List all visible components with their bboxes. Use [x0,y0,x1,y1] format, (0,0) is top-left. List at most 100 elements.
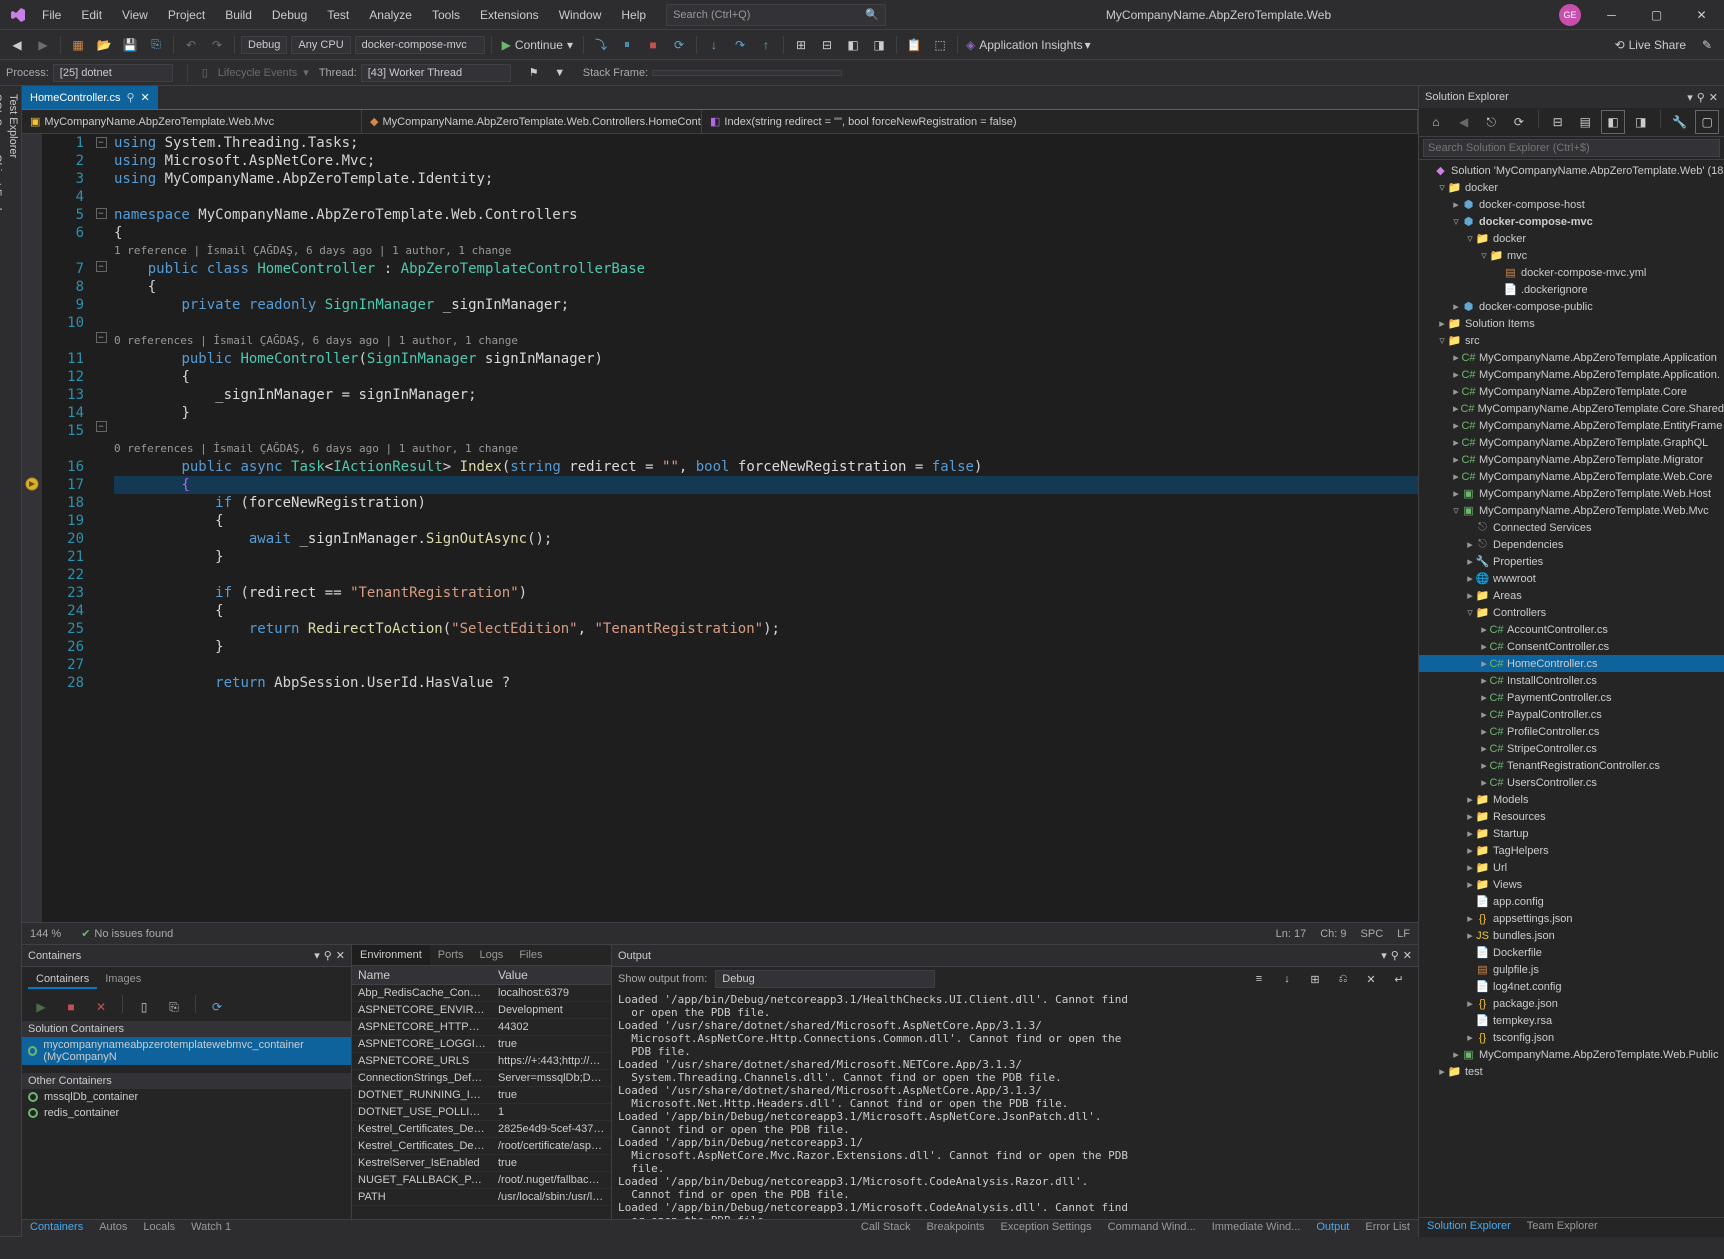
output-content[interactable]: Loaded '/app/bin/Debug/netcoreapp3.1/Hea… [612,991,1418,1219]
menu-test[interactable]: Test [317,4,359,26]
restart-icon[interactable]: ⟳ [667,33,691,57]
se-showall-icon[interactable]: ▤ [1574,110,1598,134]
tree-item[interactable]: ▤docker-compose-mvc.yml [1419,264,1724,281]
thread-flag-icon[interactable]: ⚑ [522,61,546,85]
close-icon[interactable]: ✕ [1403,949,1412,962]
chevron-icon[interactable]: ▸ [1465,827,1475,840]
pin-icon[interactable]: ⚲ [324,949,332,962]
chevron-icon[interactable]: ▿ [1465,232,1475,245]
tree-item[interactable]: ▸C#HomeController.cs [1419,655,1724,672]
tree-item[interactable]: ▸C#MyCompanyName.AbpZeroTemplate.GraphQL [1419,434,1724,451]
env-row[interactable]: Kestrel_Certificates_Default_P...2825e4d… [352,1121,611,1138]
tree-item[interactable]: ▸C#AccountController.cs [1419,621,1724,638]
open-icon[interactable]: 📂 [92,33,116,57]
clear-icon[interactable]: ✕ [1359,967,1383,991]
pin-icon[interactable]: ⚲ [1697,91,1705,104]
se-back-icon[interactable]: ◀ [1452,110,1476,134]
tree-item[interactable]: ▸⬢docker-compose-public [1419,298,1724,315]
container-item[interactable]: mycompanynameabpzerotemplatewebmvc_conta… [22,1037,351,1065]
chevron-icon[interactable]: ▸ [1451,198,1461,211]
tree-item[interactable]: ▸{}package.json [1419,995,1724,1012]
toolbar-icon-3[interactable]: ◧ [841,33,865,57]
subtab-containers[interactable]: Containers [28,971,97,989]
chevron-icon[interactable]: ▸ [1451,419,1461,432]
tree-item[interactable]: ▸C#TenantRegistrationController.cs [1419,757,1724,774]
issues-label[interactable]: No issues found [94,928,173,940]
chevron-icon[interactable]: ▿ [1451,504,1461,517]
tree-item[interactable]: ▸C#StripeController.cs [1419,740,1724,757]
feedback-icon[interactable]: ✎ [1695,33,1719,57]
tree-item[interactable]: ◆Solution 'MyCompanyName.AbpZeroTemplate… [1419,162,1724,179]
tree-item[interactable]: ▸C#InstallController.cs [1419,672,1724,689]
env-row[interactable]: Kestrel_Certificates_Default_P.../root/c… [352,1138,611,1155]
tree-item[interactable]: ▸C#MyCompanyName.AbpZeroTemplate.Core.Sh… [1419,400,1724,417]
toolbar-icon-4[interactable]: ◨ [867,33,891,57]
chevron-icon[interactable]: ▸ [1451,487,1461,500]
output-icon-4[interactable]: ⎌ [1331,967,1355,991]
env-tab-logs[interactable]: Logs [471,945,511,965]
platform-combo[interactable]: Any CPU [291,36,350,54]
tree-item[interactable]: ▸C#PaymentController.cs [1419,689,1724,706]
vs-logo-icon[interactable] [4,1,32,29]
step-over-icon[interactable]: ↷ [728,33,752,57]
chevron-icon[interactable]: ▸ [1465,929,1475,942]
bottom-tab-autos[interactable]: Autos [91,1220,135,1237]
tree-item[interactable]: 📄.dockerignore [1419,281,1724,298]
toolbar-icon-5[interactable]: 📋 [902,33,926,57]
chevron-icon[interactable]: ▸ [1465,538,1475,551]
bottom-tab-command-wind-[interactable]: Command Wind... [1100,1220,1204,1237]
chevron-icon[interactable]: ▸ [1465,793,1475,806]
bottom-tab-watch-1[interactable]: Watch 1 [183,1220,239,1237]
step-out-icon[interactable]: ↑ [754,33,778,57]
menu-tools[interactable]: Tools [422,4,470,26]
menu-debug[interactable]: Debug [262,4,317,26]
col-name[interactable]: Name [352,966,492,984]
config-combo[interactable]: Debug [241,36,287,54]
tree-item[interactable]: ▸📁Models [1419,791,1724,808]
maximize-button[interactable]: ▢ [1634,0,1679,30]
chevron-icon[interactable]: ▿ [1437,181,1447,194]
dropdown-icon[interactable]: ▾ [314,949,320,962]
close-button[interactable]: ✕ [1679,0,1724,30]
col-value[interactable]: Value [492,966,611,984]
tree-item[interactable]: ▸C#PaypalController.cs [1419,706,1724,723]
nav-fwd-button[interactable]: ▶ [31,33,55,57]
tree-item[interactable]: ▸JSbundles.json [1419,927,1724,944]
menu-project[interactable]: Project [158,4,215,26]
se-props-icon[interactable]: ◧ [1601,110,1625,134]
sql-server-tab[interactable]: SQL Server Object Explorer [0,86,5,1237]
fold-margin[interactable]: − − − − − [92,134,110,922]
lf-indicator[interactable]: LF [1397,928,1410,940]
stop-icon[interactable]: ■ [59,995,83,1019]
tree-item[interactable]: ▸🌐wwwroot [1419,570,1724,587]
zoom-value[interactable]: 144 % [30,928,61,940]
output-icon-2[interactable]: ↓ [1275,967,1299,991]
tree-item[interactable]: ▿▣MyCompanyName.AbpZeroTemplate.Web.Mvc [1419,502,1724,519]
chevron-icon[interactable]: ▸ [1479,708,1489,721]
dropdown-icon[interactable]: ▾ [1381,949,1387,962]
test-explorer-tab[interactable]: Test Explorer [5,86,21,1237]
bottom-tab-breakpoints[interactable]: Breakpoints [918,1220,992,1237]
breakpoint-margin[interactable] [22,134,42,922]
tree-item[interactable]: ▸C#MyCompanyName.AbpZeroTemplate.EntityF… [1419,417,1724,434]
title-search-box[interactable]: Search (Ctrl+Q) 🔍 [666,4,886,26]
lifecycle-icon[interactable]: ▯ [193,61,217,85]
tree-item[interactable]: ▸C#UsersController.cs [1419,774,1724,791]
close-icon[interactable]: ✕ [1709,91,1718,104]
tree-item[interactable]: ▸{}tsconfig.json [1419,1029,1724,1046]
env-tab-environment[interactable]: Environment [352,945,430,965]
chevron-icon[interactable]: ▸ [1479,640,1489,653]
tree-item[interactable]: ▸📁Areas [1419,587,1724,604]
tree-item[interactable]: ▸📁Url [1419,859,1724,876]
chevron-icon[interactable]: ▸ [1479,776,1489,789]
chevron-icon[interactable]: ▿ [1479,249,1489,262]
chevron-icon[interactable]: ▸ [1451,300,1461,313]
chevron-icon[interactable] [1465,1015,1475,1027]
tree-item[interactable]: ▸🔧Properties [1419,553,1724,570]
chevron-icon[interactable] [1465,964,1475,976]
env-row[interactable]: ASPNETCORE_URLShttps://+:443;http://+:..… [352,1053,611,1070]
refresh-icon[interactable]: ⟳ [205,995,229,1019]
chevron-icon[interactable]: ▸ [1465,1031,1475,1044]
chevron-icon[interactable] [1465,896,1475,908]
chevron-icon[interactable]: ▸ [1465,878,1475,891]
